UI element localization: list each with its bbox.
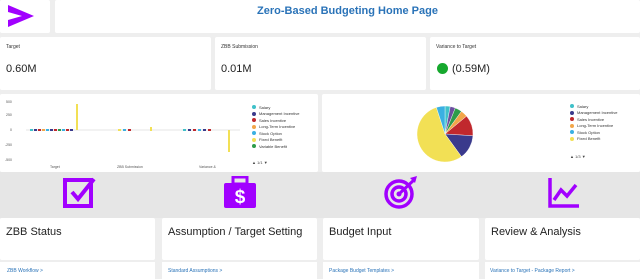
legend-label: Fixed Benefit: [259, 137, 283, 143]
legend-label: Long-Term Incentive: [259, 124, 296, 130]
legend-item[interactable]: Fixed Benefit: [570, 136, 617, 143]
assumption-card[interactable]: Assumption / Target Setting: [162, 218, 317, 260]
status-indicator-icon: [437, 63, 448, 74]
bars-zbb-submission: [118, 127, 152, 131]
variance-report-link[interactable]: Variance to Target - Package Report >: [490, 268, 575, 274]
legend-swatch: [570, 136, 574, 141]
budget-input-title: Budget Input: [329, 226, 392, 238]
legend-label: Fixed Benefit: [577, 136, 601, 142]
legend-label: Stock Option: [577, 129, 600, 135]
legend-label: Sales Incentive: [577, 116, 605, 122]
pie-chart: [416, 105, 474, 163]
kpi-zbb-value: 0.01M: [221, 63, 252, 75]
legend-swatch: [252, 144, 256, 149]
legend-swatch: [570, 104, 574, 109]
x-tick-label: ZBB Submission: [117, 165, 143, 169]
kpi-variance-label: Variance to Target: [436, 44, 477, 50]
zbb-status-title: ZBB Status: [6, 226, 62, 238]
x-tick-label: Target: [50, 165, 60, 169]
kpi-zbb-card: ZBB Submission 0.01M: [215, 37, 426, 90]
legend-swatch: [570, 123, 574, 128]
legend-item[interactable]: Variable Benefit: [252, 143, 299, 150]
line-chart-icon[interactable]: [547, 176, 581, 210]
checkbox-icon[interactable]: [63, 176, 97, 210]
legend-label: Salary: [259, 104, 271, 110]
legend-swatch: [252, 111, 256, 116]
y-tick-label: 0: [10, 128, 12, 132]
pie-chart-card: Salary Management Incentive Sales Incentiv…: [322, 94, 640, 172]
legend-label: Management Incentive: [577, 110, 618, 116]
legend-label: Management Incentive: [259, 111, 300, 117]
pie-legend-pager[interactable]: ▲ 1/3 ▼: [570, 154, 586, 159]
svg-text:$: $: [235, 187, 246, 208]
pie-slices: [416, 105, 474, 163]
target-icon[interactable]: [383, 176, 419, 210]
legend-swatch: [252, 124, 256, 129]
accenture-logo-icon: [8, 5, 34, 27]
legend-item[interactable]: Long-Term Incentive: [252, 124, 299, 131]
kpi-variance-value: (0.59M): [452, 63, 490, 75]
legend-swatch: [570, 110, 574, 115]
page-title: Zero-Based Budgeting Home Page: [257, 5, 438, 17]
legend-label: Stock Option: [259, 130, 282, 136]
y-tick-label: -500: [5, 158, 12, 162]
kpi-zbb-label: ZBB Submission: [221, 44, 258, 50]
legend-swatch: [252, 105, 256, 110]
title-bar: Zero-Based Budgeting Home Page: [55, 0, 640, 33]
legend-swatch: [570, 117, 574, 122]
bar-chart-legend: Salary Management Incentive Sales Incentiv…: [252, 104, 299, 150]
y-tick-label: 250: [6, 113, 12, 117]
y-tick-label: -250: [5, 143, 12, 147]
bar-legend-pager[interactable]: ▲ 1/1 ▼: [252, 160, 268, 165]
x-tick-label: Variance &: [199, 165, 217, 169]
bars-target: [30, 104, 78, 131]
legend-label: Variable Benefit: [259, 143, 287, 149]
bars-variance: [183, 129, 230, 152]
package-budget-templates-link[interactable]: Package Budget Templates >: [329, 268, 394, 274]
legend-swatch: [570, 130, 574, 135]
legend-label: Sales Incentive: [259, 117, 287, 123]
legend-label: Salary: [577, 103, 589, 109]
legend-item[interactable]: Management Incentive: [252, 111, 299, 118]
legend-swatch: [252, 137, 256, 142]
dollar-briefcase-icon[interactable]: $: [222, 176, 258, 210]
y-tick-label: 500: [6, 100, 12, 104]
logo-card: [0, 0, 50, 33]
kpi-target-label: Target: [6, 44, 20, 50]
review-analysis-title: Review & Analysis: [491, 226, 581, 238]
legend-label: Long-Term Incentive: [577, 123, 614, 129]
legend-item[interactable]: Long-Term Incentive: [570, 123, 617, 130]
zbb-status-card[interactable]: ZBB Status: [0, 218, 155, 260]
pie-chart-legend: Salary Management Incentive Sales Incentiv…: [570, 103, 617, 142]
kpi-target-card: Target 0.60M: [0, 37, 211, 90]
standard-assumptions-link[interactable]: Standard Assumptions >: [168, 268, 222, 274]
legend-swatch: [252, 118, 256, 123]
kpi-variance-card: Variance to Target (0.59M): [430, 37, 640, 90]
assumption-title: Assumption / Target Setting: [168, 226, 303, 238]
review-analysis-card[interactable]: Review & Analysis: [485, 218, 640, 260]
legend-swatch: [252, 131, 256, 136]
budget-input-card[interactable]: Budget Input: [323, 218, 479, 260]
zbb-workflow-link[interactable]: ZBB Workflow >: [7, 268, 43, 274]
legend-item[interactable]: Management Incentive: [570, 110, 617, 117]
kpi-target-value: 0.60M: [6, 63, 37, 75]
